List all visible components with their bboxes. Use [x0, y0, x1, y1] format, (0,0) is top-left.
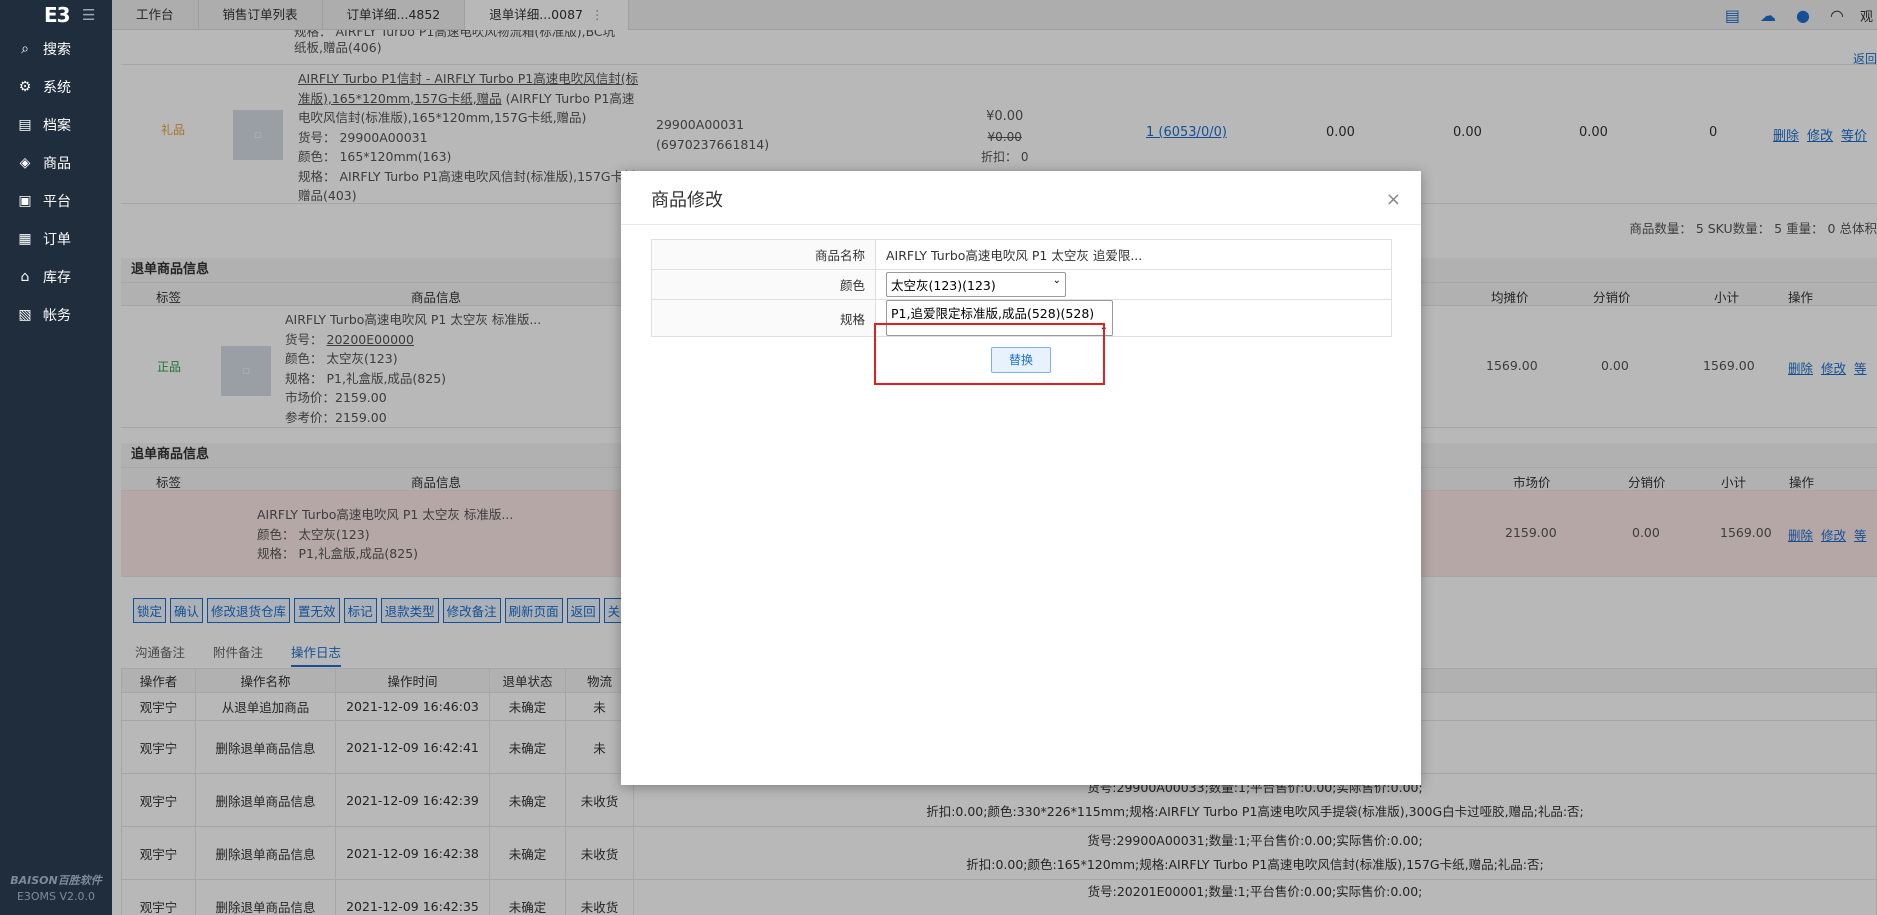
color-select[interactable]: 太空灰(123)(123) ⌄: [886, 272, 1066, 297]
ledger-icon: ▧: [18, 307, 32, 323]
menu-toggle-icon[interactable]: ☰: [82, 6, 95, 24]
sidebar-item-product[interactable]: ◈ 商品: [0, 144, 112, 182]
order-icon: ▦: [18, 231, 32, 247]
edit-product-dialog: 商品修改 × 商品名称 AIRFLY Turbo高速电吹风 P1 太空灰 追爱限…: [621, 171, 1421, 785]
server-icon: ▣: [18, 193, 32, 209]
brand: BAISON百胜软件 E3OMS V2.0.0: [0, 873, 112, 905]
sidebar-item-label: 库存: [43, 270, 71, 286]
sidebar-item-label: 搜索: [43, 42, 71, 58]
sidebar-item-label: 系统: [43, 80, 71, 96]
archive-icon: ▤: [18, 117, 32, 133]
sidebar-item-label: 平台: [43, 194, 71, 210]
chevron-down-icon: ⌄: [1052, 275, 1061, 286]
sidebar-item-platform[interactable]: ▣ 平台: [0, 182, 112, 220]
color-cell: 太空灰(123)(123) ⌄: [875, 269, 1392, 300]
cube-icon: ◈: [19, 155, 31, 171]
close-icon[interactable]: ×: [1386, 189, 1401, 210]
spec-select-value: P1,追爱限定标准版,成品(528)(528): [891, 306, 1095, 321]
sidebar-item-label: 帐务: [43, 308, 71, 324]
warehouse-icon: ⌂: [20, 269, 30, 285]
search-icon: ⌕: [21, 41, 29, 57]
sidebar-item-archive[interactable]: ▤ 档案: [0, 106, 112, 144]
product-name-value: AIRFLY Turbo高速电吹风 P1 太空灰 追爱限...: [875, 239, 1392, 270]
color-select-value: 太空灰(123)(123): [891, 278, 996, 293]
brand-name: BAISON百胜软件: [10, 874, 102, 887]
sidebar-item-label: 档案: [43, 118, 71, 134]
sidebar-item-label: 商品: [43, 156, 71, 172]
sidebar: E3 ☰ ⌕ 搜索 ⚙ 系统 ▤ 档案 ◈ 商品 ▣ 平台 ▦ 订单 ⌂ 库存 ▧ 帐务 BAI…: [0, 0, 112, 915]
sidebar-item-ledger[interactable]: ▧ 帐务: [0, 296, 112, 334]
gear-icon: ⚙: [18, 79, 32, 95]
replace-button[interactable]: 替换: [991, 347, 1051, 373]
dialog-title: 商品修改: [621, 171, 1421, 225]
sidebar-item-search[interactable]: ⌕ 搜索: [0, 30, 112, 68]
spec-label: 规格: [651, 299, 876, 337]
product-name-label: 商品名称: [651, 239, 876, 270]
sidebar-item-label: 订单: [43, 232, 71, 248]
version: E3OMS V2.0.0: [16, 890, 96, 903]
sidebar-item-system[interactable]: ⚙ 系统: [0, 68, 112, 106]
sidebar-item-order[interactable]: ▦ 订单: [0, 220, 112, 258]
highlight-box: [874, 323, 1105, 385]
sidebar-item-inventory[interactable]: ⌂ 库存: [0, 258, 112, 296]
color-label: 颜色: [651, 269, 876, 300]
